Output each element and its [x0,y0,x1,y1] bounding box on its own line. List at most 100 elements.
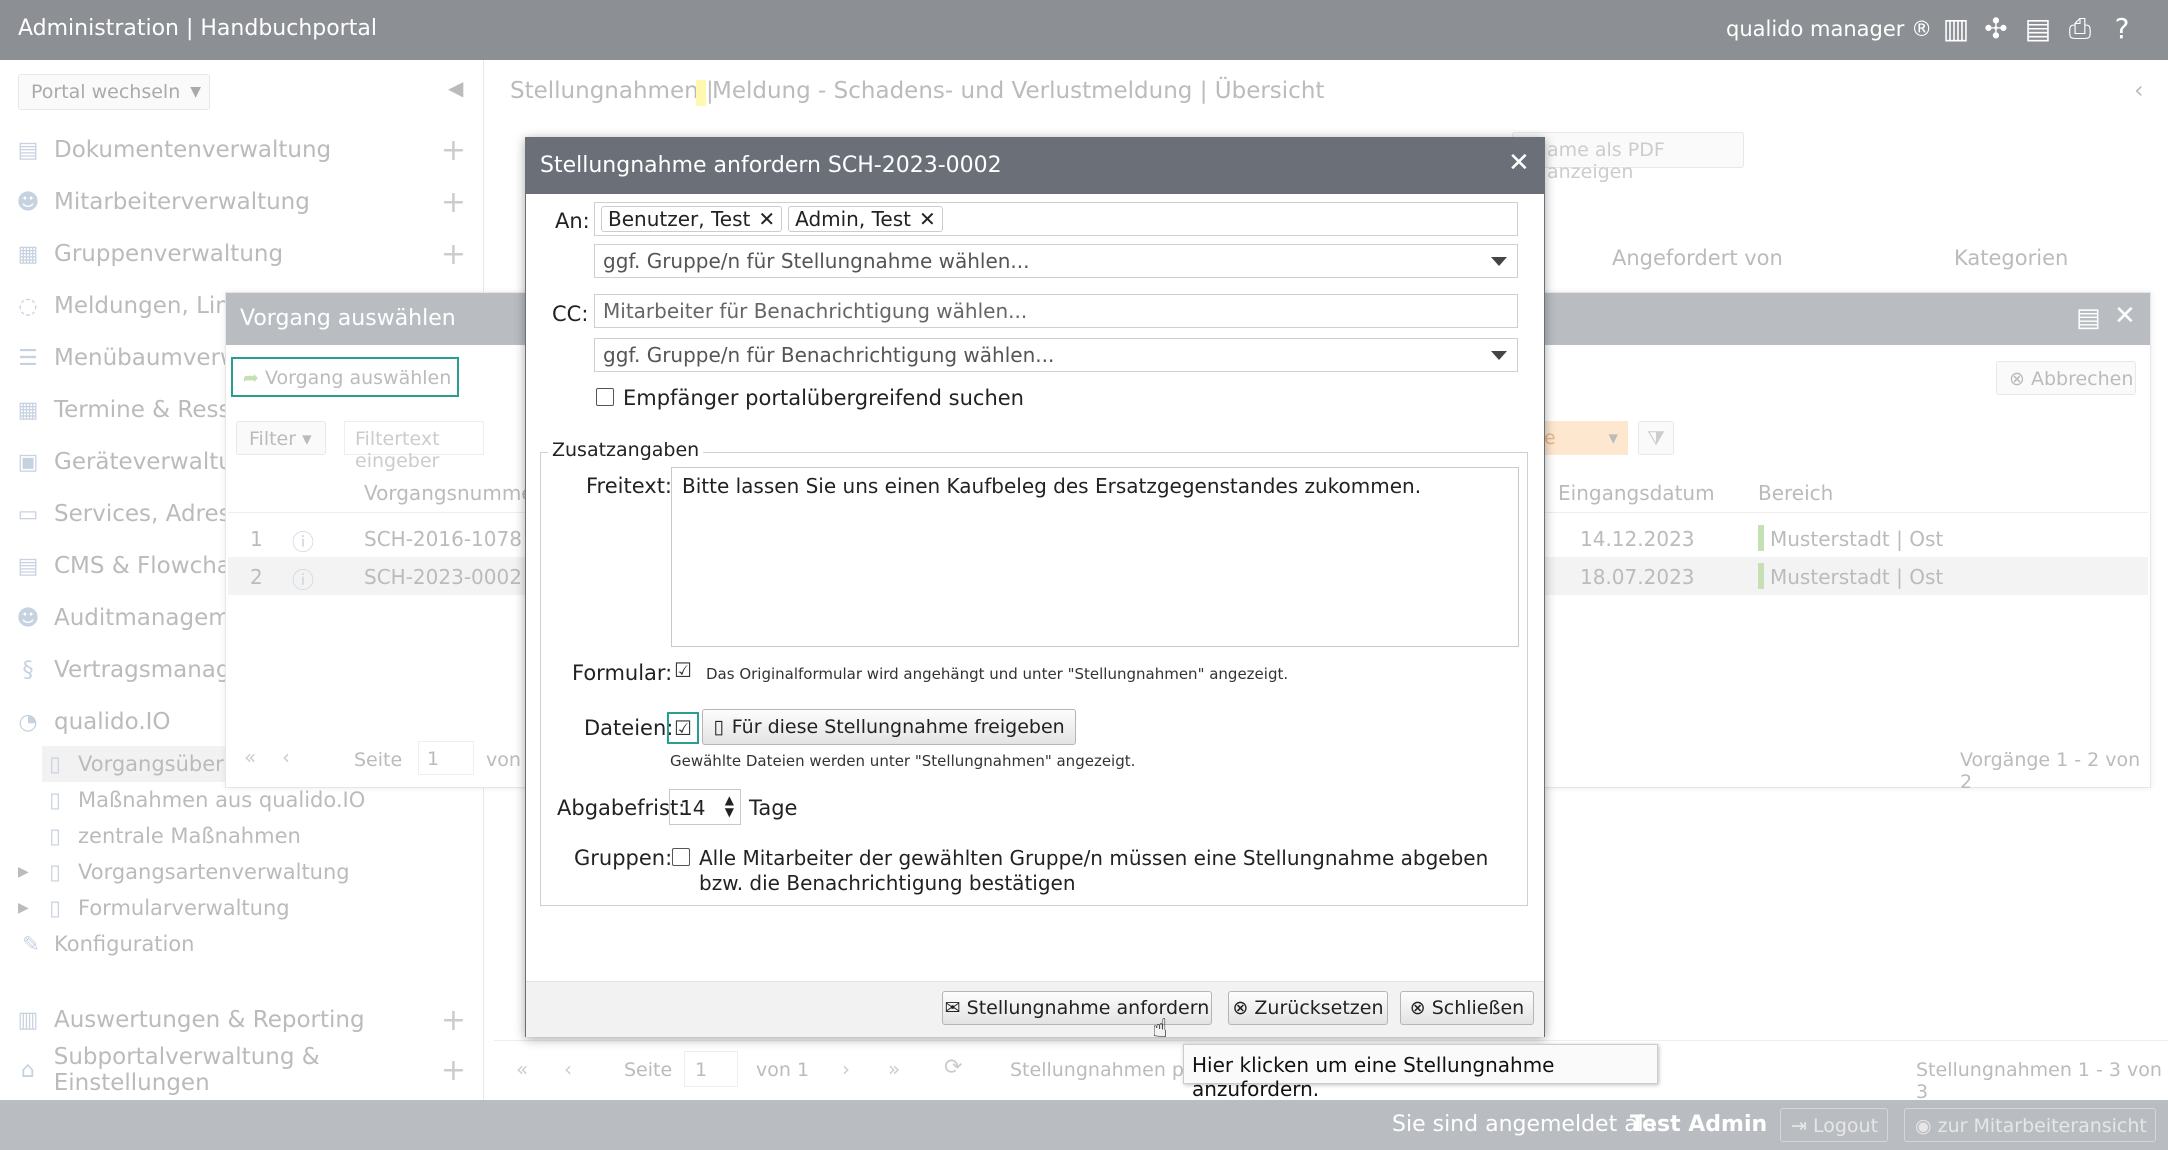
sidebar-subitem[interactable]: ▶ ▯ Vorgangsartenverwaltung [18,854,458,890]
last-page-icon[interactable]: » [888,1057,900,1081]
group-select[interactable]: ggf. Gruppe/n für Stellungnahme wählen..… [594,244,1518,278]
pager-prev-icon[interactable]: ‹ [282,745,290,769]
pdf-icon[interactable]: ▤ [2076,303,2101,333]
remove-recipient-icon[interactable]: ✕ [919,207,936,231]
expand-icon[interactable]: ▶ [18,900,42,916]
recipient-tag: Benutzer, Test ✕ [601,206,783,232]
logged-in-label: Sie sind angemeldet als [1392,1112,1656,1137]
to-label: An: [555,209,590,233]
color-marker [696,80,706,106]
add-icon[interactable]: + [441,1003,466,1038]
refresh-icon[interactable]: ⟳ [944,1055,962,1080]
reset-button[interactable]: ⊗ Zurücksetzen [1228,991,1388,1025]
info-icon[interactable]: ⓘ [292,563,314,595]
expand-icon[interactable]: ▶ [18,864,42,880]
page-of-label: von 1 [756,1059,810,1081]
sidebar-subitem[interactable]: ✎ Konfiguration [18,926,458,962]
portal-switch-select[interactable]: Portal wechseln ▼ [18,74,210,110]
col-date[interactable]: Eingangsdatum [1558,481,1715,505]
col-area[interactable]: Bereich [1758,481,1833,505]
eye-icon: ◉ [1915,1115,1932,1137]
print-icon[interactable]: ⎙ [2064,12,2096,48]
remove-recipient-icon[interactable]: ✕ [758,207,775,231]
users-icon: ☻ [16,189,40,215]
row-number: SCH-2023-0002 [364,565,522,589]
sidebar-item[interactable]: ▥ Auswertungen & Reporting + [10,996,480,1044]
form-checkbox[interactable]: ☑ [674,660,692,680]
sidebar-item[interactable]: ⌂ Subportalverwaltung & Einstellungen + [10,1044,480,1096]
page-icon: ▯ [49,824,61,848]
col-number[interactable]: Vorgangsnummer [364,481,542,505]
extra-legend: Zusatzangaben [548,439,704,461]
cc-label: CC: [552,302,589,326]
breadcrumb-stellungnahmen[interactable]: Stellungnahmen | [510,78,714,104]
sidebar-subitem-label: Konfiguration [54,932,195,956]
add-icon[interactable]: + [441,1053,466,1088]
cogs-icon[interactable]: ✣ [1980,12,2012,48]
filter-select[interactable]: Filter ▾ [236,421,326,455]
select-process-button[interactable]: ➦ Vorgang auswählen [231,357,459,397]
logged-in-user: Test Admin [1630,1112,1768,1137]
next-page-icon[interactable]: › [842,1057,850,1081]
book-icon: ▭ [17,501,39,527]
pdf-icon[interactable]: ▤ [2022,12,2054,48]
recipient-tag: Admin, Test ✕ [788,206,943,232]
page-icon: ▯ [49,860,61,884]
dialog-title-bar: Stellungnahme anfordern SCH-2023-0002 ✕ [526,138,1544,194]
add-icon[interactable]: + [441,133,466,168]
pdf-view-button[interactable]: ame als PDF anzeigen [1512,132,1744,183]
sidebar-item[interactable]: ☻ Mitarbeiterverwaltung + [10,178,480,226]
area-color-marker [1758,525,1764,551]
prev-page-icon[interactable]: ‹ [564,1057,572,1081]
sidebar-subitem[interactable]: ▯ zentrale Maßnahmen [42,818,482,854]
sidebar-item-label: Gruppenverwaltung [54,241,284,267]
logout-button[interactable]: ⇥ Logout [1780,1108,1888,1142]
pager-page-label: Seite [354,749,403,771]
help-icon[interactable]: ? [2106,12,2138,48]
row-index: 2 [250,565,263,589]
pager-first-icon[interactable]: « [244,745,256,769]
info-icon[interactable]: ⓘ [292,525,314,557]
to-recipients-field[interactable]: Benutzer, Test ✕ Admin, Test ✕ [594,202,1518,236]
filter-input[interactable]: Filtertext eingeber [344,421,484,472]
files-checkbox[interactable]: ☑ [667,712,699,744]
page-input[interactable]: 1 [684,1051,738,1087]
collapse-sidebar-icon[interactable]: ◀ [448,76,463,100]
row-area: Musterstadt | Ost [1770,565,1944,589]
cc-input[interactable]: Mitarbeiter für Benachrichtigung wählen.… [594,294,1518,328]
form-note: Das Originalformular wird angehängt und … [706,665,1289,683]
release-files-button[interactable]: ▯ Für diese Stellungnahme freigeben [702,709,1076,745]
dialog-title: Stellungnahme anfordern SCH-2023-0002 [540,153,1002,178]
cc-group-select[interactable]: ggf. Gruppe/n für Benachrichtigung wähle… [594,338,1518,372]
spinner-arrows-icon[interactable]: ▲ ▼ [725,794,734,818]
sidebar-item-label: Dokumentenverwaltung [54,137,332,163]
close-icon[interactable]: ✕ [1508,148,1530,178]
col-requested-by[interactable]: Angefordert von [1612,246,1783,270]
request-statement-button[interactable]: ✉ Stellungnahme anfordern [942,991,1212,1025]
cancel-button[interactable]: ⊗ Abbrechen [1996,361,2136,395]
employee-view-button[interactable]: ◉ zur Mitarbeiteransicht [1904,1108,2156,1142]
groups-checkbox[interactable] [672,848,690,866]
col-categories[interactable]: Kategorien [1954,246,2068,270]
list-icon: ☰ [18,345,38,371]
deadline-spinner[interactable]: 14 ▲ ▼ [669,789,741,825]
freetext-textarea[interactable]: Bitte lassen Sie uns einen Kaufbeleg des… [671,467,1519,647]
sidebar-subitem-label: Formularverwaltung [78,896,290,920]
close-button[interactable]: ⊗ Schließen [1400,991,1534,1025]
pager-page-input[interactable]: 1 [418,741,474,775]
sidebar-item[interactable]: ▤ Dokumentenverwaltung + [10,126,480,174]
status-select[interactable]: e ▾ [1538,421,1628,455]
add-icon[interactable]: + [441,237,466,272]
cross-portal-checkbox[interactable] [596,388,614,406]
collapse-panel-icon[interactable]: ‹ [2134,76,2144,104]
sidebar-item[interactable]: ▦ Gruppenverwaltung + [10,230,480,278]
filter-icon[interactable]: ⧩ [1638,421,1674,455]
barcode-icon[interactable]: ▥ [1940,12,1972,48]
row-area: Musterstadt | Ost [1770,527,1944,551]
first-page-icon[interactable]: « [516,1057,528,1081]
close-icon[interactable]: ✕ [2114,301,2136,331]
arrow-icon: ➦ [243,367,259,389]
form-label: Formular: [572,661,673,685]
add-icon[interactable]: + [441,185,466,220]
sidebar-subitem[interactable]: ▶ ▯ Formularverwaltung [18,890,458,926]
